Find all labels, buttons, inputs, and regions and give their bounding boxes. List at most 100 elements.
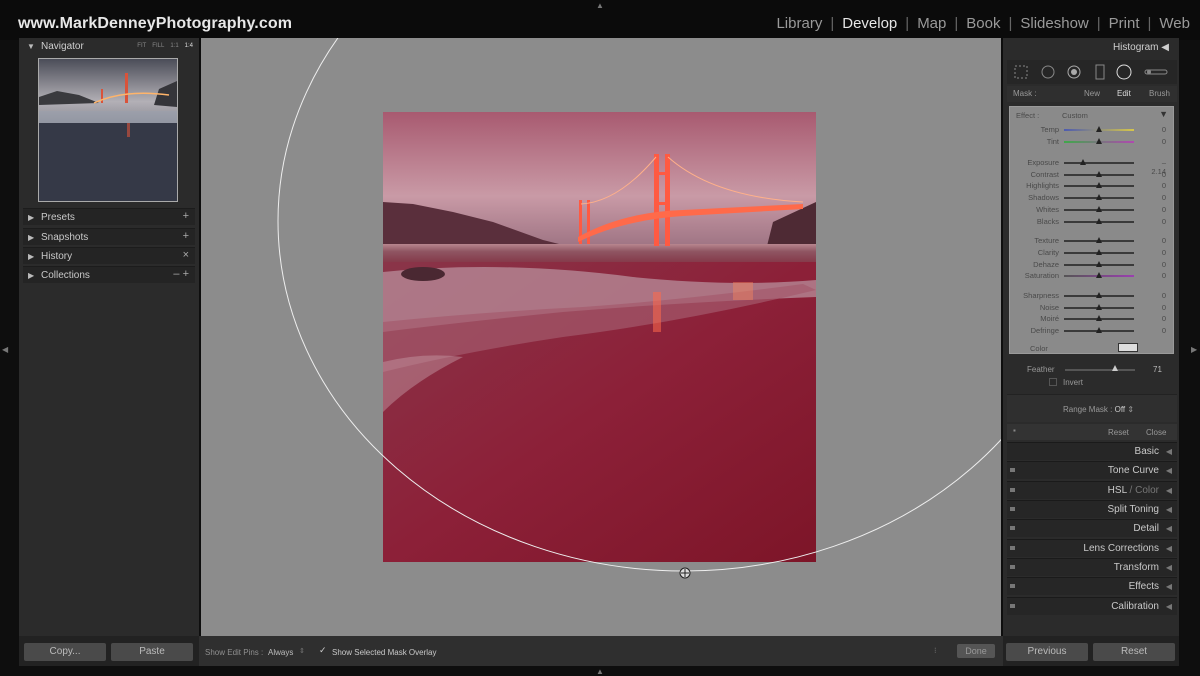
- dehaze-slider-thumb[interactable]: [1096, 261, 1102, 267]
- radial-filter-ellipse[interactable]: [201, 38, 1001, 636]
- top-panel-toggle-icon[interactable]: ▲: [596, 1, 604, 10]
- clarity-slider-thumb[interactable]: [1096, 249, 1102, 255]
- contrast-slider-thumb[interactable]: [1096, 171, 1102, 177]
- blacks-slider-thumb[interactable]: [1096, 218, 1102, 224]
- done-button[interactable]: Done: [957, 644, 995, 658]
- contrast-value[interactable]: 0: [1148, 170, 1166, 179]
- show-mask-overlay-checkbox[interactable]: ✓: [319, 646, 328, 655]
- zoom-fill[interactable]: FILL: [152, 43, 164, 49]
- section-toggle-switch-icon[interactable]: [1010, 584, 1015, 588]
- copy-button[interactable]: Copy...: [24, 643, 106, 661]
- right-panel-toggle-icon[interactable]: ▶: [1191, 345, 1197, 354]
- section-hsl[interactable]: HSL / Color ◀: [1007, 481, 1177, 499]
- add-snapshot-button[interactable]: +: [183, 230, 189, 242]
- effect-menu-arrow-icon[interactable]: ▼: [1159, 109, 1168, 119]
- bottom-panel-toggle-icon[interactable]: ▲: [596, 667, 604, 676]
- module-library[interactable]: Library: [774, 15, 824, 32]
- snapshots-panel-header[interactable]: ▶ Snapshots +: [23, 228, 195, 245]
- temp-slider-thumb[interactable]: [1096, 126, 1102, 132]
- moir-value[interactable]: 0: [1148, 314, 1166, 323]
- tint-slider-thumb[interactable]: [1096, 138, 1102, 144]
- sharpness-value[interactable]: 0: [1148, 291, 1166, 300]
- section-toggle-switch-icon[interactable]: [1010, 468, 1015, 472]
- clear-history-button[interactable]: ×: [183, 249, 189, 261]
- section-toggle-switch-icon[interactable]: [1010, 488, 1015, 492]
- exposure-slider-track[interactable]: [1064, 162, 1134, 164]
- show-edit-pins-select[interactable]: Always: [268, 648, 293, 657]
- section-toggle-switch-icon[interactable]: [1010, 604, 1015, 608]
- range-mask-section[interactable]: Range Mask : Off ⇕: [1007, 394, 1177, 422]
- invert-checkbox[interactable]: [1049, 378, 1057, 386]
- paste-button[interactable]: Paste: [111, 643, 193, 661]
- section-effects[interactable]: Effects ◀: [1007, 577, 1177, 595]
- presets-panel-header[interactable]: ▶ Presets +: [23, 208, 195, 225]
- module-web[interactable]: Web: [1157, 15, 1192, 32]
- section-detail[interactable]: Detail ◀: [1007, 519, 1177, 537]
- collection-actions-button[interactable]: – +: [173, 268, 189, 280]
- graduated-filter-icon[interactable]: [1095, 64, 1105, 80]
- adjustment-brush-icon[interactable]: [1144, 69, 1168, 75]
- highlights-value[interactable]: 0: [1148, 181, 1166, 190]
- whites-slider-thumb[interactable]: [1096, 206, 1102, 212]
- crop-overlay-icon[interactable]: [1014, 65, 1028, 79]
- moir-slider-thumb[interactable]: [1096, 315, 1102, 321]
- clarity-value[interactable]: 0: [1148, 248, 1166, 257]
- mask-new-button[interactable]: New: [1084, 89, 1100, 98]
- radial-filter-icon[interactable]: [1116, 64, 1132, 80]
- section-toggle-switch-icon[interactable]: [1010, 546, 1015, 550]
- temp-value[interactable]: 0: [1148, 125, 1166, 134]
- noise-slider-thumb[interactable]: [1096, 304, 1102, 310]
- feather-slider-thumb[interactable]: [1111, 365, 1118, 371]
- navigator-header[interactable]: ▼ Navigator FIT FILL 1:1 1:4: [19, 38, 199, 56]
- spot-removal-icon[interactable]: [1041, 65, 1055, 79]
- mask-brush-button[interactable]: Brush: [1149, 89, 1170, 98]
- module-map[interactable]: Map: [915, 15, 948, 32]
- collections-panel-header[interactable]: ▶ Collections – +: [23, 266, 195, 283]
- color-swatch[interactable]: [1118, 343, 1138, 352]
- left-panel-toggle-icon[interactable]: ◀: [2, 345, 8, 354]
- zoom-fit[interactable]: FIT: [137, 43, 146, 49]
- sharpness-slider-thumb[interactable]: [1096, 292, 1102, 298]
- mask-reset-button[interactable]: Reset: [1108, 428, 1129, 437]
- module-slideshow[interactable]: Slideshow: [1018, 15, 1090, 32]
- dehaze-value[interactable]: 0: [1148, 260, 1166, 269]
- shadows-value[interactable]: 0: [1148, 193, 1166, 202]
- module-book[interactable]: Book: [964, 15, 1002, 32]
- module-print[interactable]: Print: [1107, 15, 1142, 32]
- defringe-value[interactable]: 0: [1148, 326, 1166, 335]
- previous-button[interactable]: Previous: [1006, 643, 1088, 661]
- texture-slider-thumb[interactable]: [1096, 237, 1102, 243]
- effect-preset-select[interactable]: Custom: [1062, 111, 1088, 120]
- whites-value[interactable]: 0: [1148, 205, 1166, 214]
- section-basic[interactable]: Basic ◀: [1007, 442, 1177, 460]
- feather-slider-track[interactable]: [1065, 369, 1135, 371]
- section-calibration[interactable]: Calibration ◀: [1007, 597, 1177, 615]
- section-split-toning[interactable]: Split Toning ◀: [1007, 500, 1177, 518]
- range-mask-value[interactable]: Off: [1115, 405, 1126, 414]
- section-toggle-switch-icon[interactable]: [1010, 526, 1015, 530]
- navigator-preview[interactable]: [38, 58, 178, 202]
- section-toggle-switch-icon[interactable]: [1010, 565, 1015, 569]
- zoom-1-4[interactable]: 1:4: [185, 43, 193, 49]
- exposure-slider-thumb[interactable]: [1079, 159, 1086, 165]
- toolbar-menu-icon[interactable]: ⁝: [934, 646, 937, 655]
- section-lens-corrections[interactable]: Lens Corrections ◀: [1007, 539, 1177, 557]
- mask-toggle-switch-icon[interactable]: ▪: [1013, 426, 1016, 435]
- reset-button[interactable]: Reset: [1093, 643, 1175, 661]
- image-canvas[interactable]: [201, 38, 1001, 636]
- section-transform[interactable]: Transform ◀: [1007, 558, 1177, 576]
- highlights-slider-thumb[interactable]: [1096, 182, 1102, 188]
- red-eye-icon[interactable]: [1067, 65, 1081, 79]
- tint-value[interactable]: 0: [1148, 137, 1166, 146]
- saturation-value[interactable]: 0: [1148, 271, 1166, 280]
- defringe-slider-thumb[interactable]: [1096, 327, 1102, 333]
- mask-close-button[interactable]: Close: [1146, 428, 1166, 437]
- feather-value[interactable]: 71: [1153, 365, 1162, 374]
- histogram-header[interactable]: Histogram ◀: [1113, 42, 1169, 53]
- shadows-slider-thumb[interactable]: [1096, 194, 1102, 200]
- texture-value[interactable]: 0: [1148, 236, 1166, 245]
- dropdown-arrow-icon[interactable]: ⇕: [299, 647, 305, 655]
- history-panel-header[interactable]: ▶ History ×: [23, 247, 195, 264]
- section-tone-curve[interactable]: Tone Curve ◀: [1007, 461, 1177, 479]
- add-preset-button[interactable]: +: [183, 210, 189, 222]
